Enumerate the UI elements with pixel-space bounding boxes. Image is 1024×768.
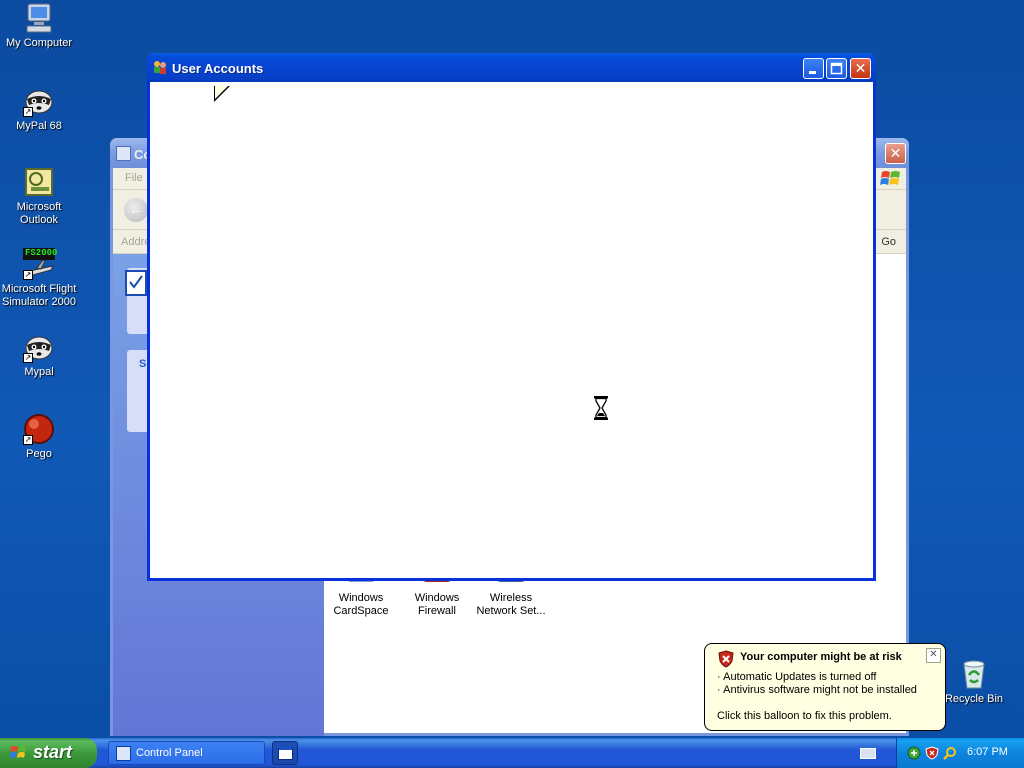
desktop-icon-mypal-68[interactable]: ↗ MyPal 68 (0, 85, 78, 133)
desktop-icon-recycle-bin[interactable]: Recycle Bin (935, 658, 1013, 706)
security-alert-balloon[interactable]: Your computer might be at risk ✕ · Autom… (704, 643, 946, 731)
desktop-icon-label: Microsoft Flight Simulator 2000 (1, 283, 77, 308)
applet-label-line2: Network Set... (476, 605, 546, 617)
desktop-icon-label: My Computer (5, 37, 73, 49)
desktop-icon-outlook[interactable]: Microsoft Outlook (0, 166, 78, 227)
red-sphere-icon: ↗ (23, 413, 55, 445)
menu-file[interactable]: File (125, 172, 143, 184)
keyboard-icon[interactable] (860, 748, 876, 759)
control-panel-close-button[interactable]: ✕ (885, 143, 906, 164)
desktop-icon-my-computer[interactable]: My Computer (0, 2, 78, 50)
close-icon: ✕ (854, 60, 867, 76)
desktop: My Computer ↗ MyPal 68 Microsoft Outlook (0, 0, 1024, 738)
applet-label-line1: Windows (338, 592, 384, 604)
user-accounts-window[interactable]: User Accounts ✕ (147, 53, 876, 581)
taskbar: start Control Panel 6:07 PM (0, 738, 1024, 768)
start-label: start (33, 742, 73, 762)
desktop-icon-label: Pego (26, 448, 52, 460)
shortcut-arrow-icon: ↗ (23, 353, 33, 363)
user-accounts-icon (152, 59, 168, 75)
recycle-bin-icon (958, 658, 990, 690)
windows-logo-icon (880, 169, 902, 189)
maximize-button[interactable] (826, 58, 847, 79)
minimize-button[interactable] (803, 58, 824, 79)
maximize-icon (830, 62, 843, 75)
hourglass-icon (594, 396, 608, 420)
balloon-title: Your computer might be at risk (740, 651, 902, 663)
outlook-icon (23, 166, 55, 198)
security-center-icon[interactable] (925, 746, 939, 760)
balloon-tail (215, 86, 228, 99)
network-icon[interactable] (907, 746, 921, 760)
window-icon (278, 747, 293, 760)
close-icon: ✕ (929, 649, 938, 660)
clock[interactable]: 6:07 PM (967, 746, 1008, 758)
applet-label-line2: CardSpace (333, 605, 389, 617)
fs2000-badge: FS2000 (25, 248, 58, 258)
balloon-fix-link[interactable]: Click this balloon to fix this problem. (717, 710, 892, 723)
raccoon-icon: ↗ (23, 331, 55, 363)
desktop-icon-label: Mypal (24, 366, 54, 378)
user-accounts-titlebar[interactable]: User Accounts ✕ (147, 53, 876, 82)
task-pane-header: S (139, 358, 147, 370)
search-icon[interactable] (943, 746, 957, 760)
balloon-close-button[interactable]: ✕ (926, 648, 941, 663)
control-panel-icon (116, 746, 131, 761)
balloon-line-antivirus: · Antivirus software might not be instal… (717, 684, 917, 696)
address-label: Addre (121, 236, 151, 248)
back-button[interactable]: ← (124, 198, 148, 222)
start-button[interactable]: start (0, 738, 97, 768)
applet-windows-cardspace[interactable]: Windows CardSpace (321, 576, 401, 618)
user-accounts-content (150, 82, 873, 578)
go-button[interactable]: Go (881, 236, 896, 248)
applet-label-line1: Wireless (489, 592, 533, 604)
balloon-line-updates: · Automatic Updates is turned off (717, 671, 877, 683)
control-panel-icon (116, 146, 131, 161)
desktop-icon-flight-simulator[interactable]: FS2000 ↗ Microsoft Flight Simulator 2000 (0, 248, 78, 309)
applet-label-line1: Windows (414, 592, 460, 604)
windows-flag-icon (10, 745, 27, 761)
taskbar-button-control-panel[interactable]: Control Panel (108, 741, 265, 765)
security-shield-icon (718, 650, 734, 668)
desktop-icon-label: Microsoft Outlook (16, 201, 62, 226)
shortcut-arrow-icon: ↗ (23, 435, 33, 445)
taskbar-button-label: Control Panel (136, 747, 203, 759)
my-computer-icon (23, 2, 55, 34)
desktop-icon-label: MyPal 68 (16, 120, 62, 132)
close-button[interactable]: ✕ (850, 58, 871, 79)
applet-windows-firewall[interactable]: Windows Firewall (397, 576, 477, 618)
applet-label-line2: Firewall (418, 605, 456, 617)
shortcut-arrow-icon: ↗ (23, 270, 33, 280)
shortcut-arrow-icon: ↗ (23, 107, 33, 117)
raccoon-icon: ↗ (23, 85, 55, 117)
user-accounts-title: User Accounts (172, 61, 264, 76)
applet-wireless-network-setup[interactable]: Wireless Network Set... (471, 576, 551, 618)
system-tray: 6:07 PM (896, 738, 1024, 768)
control-panel-task-icon (125, 270, 147, 296)
desktop-icon-mypal[interactable]: ↗ Mypal (0, 331, 78, 379)
taskbar-button-user-accounts[interactable] (272, 741, 298, 765)
desktop-icon-label: Recycle Bin (944, 693, 1004, 705)
flight-simulator-icon: FS2000 ↗ (23, 248, 58, 280)
minimize-icon (809, 71, 816, 74)
desktop-icon-pego[interactable]: ↗ Pego (0, 413, 78, 461)
